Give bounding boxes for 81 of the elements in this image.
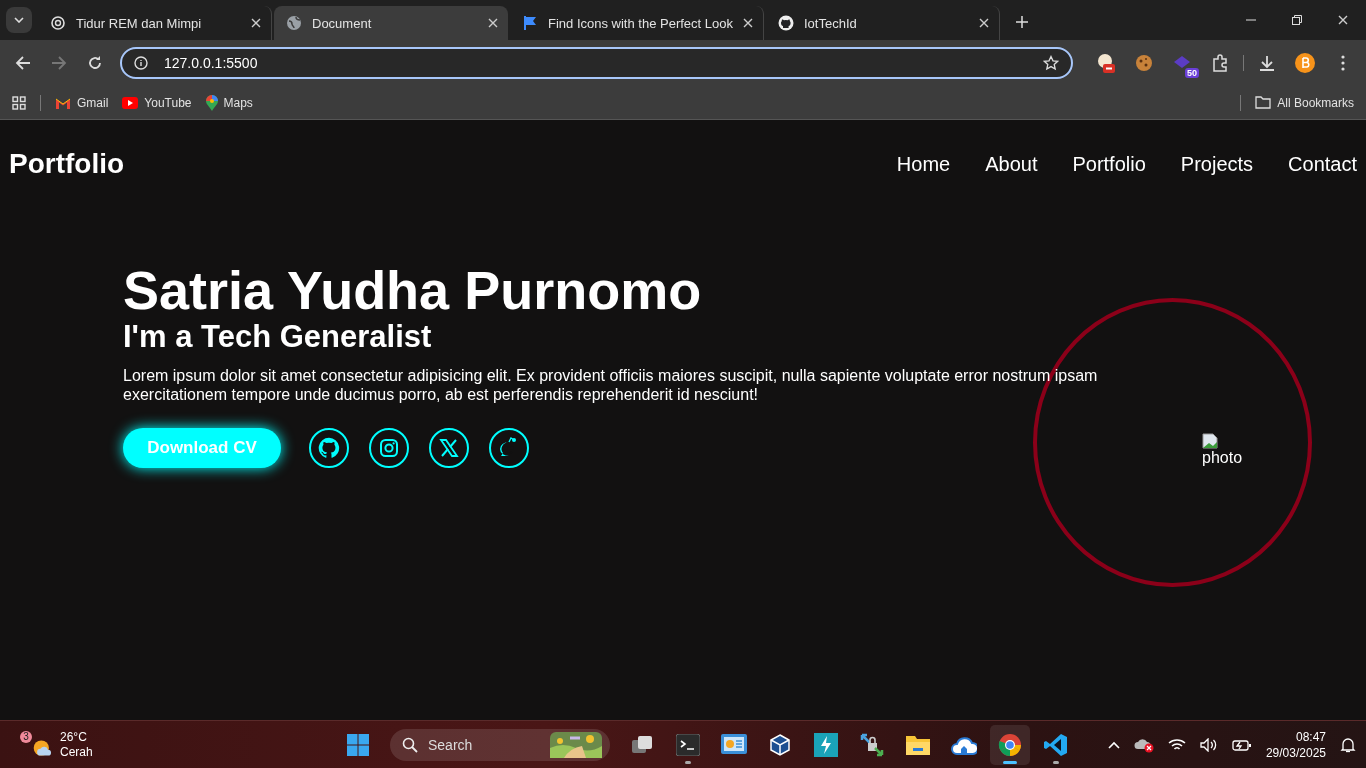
notification-bell-icon[interactable] <box>1340 736 1356 753</box>
bookmark[interactable]: YouTube <box>122 95 192 110</box>
speaker-icon[interactable] <box>1199 737 1218 752</box>
map-pin-icon <box>205 94 218 111</box>
apps-icon[interactable] <box>12 95 26 110</box>
nav-link[interactable]: Portfolio <box>1072 152 1146 176</box>
github-icon <box>778 15 794 31</box>
extension-badge: 50 <box>1185 68 1199 78</box>
cloud-error-icon[interactable] <box>1133 736 1154 753</box>
nav-link[interactable]: Contact <box>1288 152 1357 176</box>
time-text[interactable]: 08:47 <box>1295 728 1326 745</box>
info-icon <box>134 56 148 70</box>
play-icon <box>122 96 139 109</box>
instagram-icon <box>379 438 399 458</box>
intro-paragraph: Lorem ipsum dolor sit amet consectetur adipisicing elit. Ex provident officiis maiores suscipit, nulla sapiente voluptate error nostrum ipsam exercitationem tempore unde ducimus porro, ab est perferendis reprehenderit id nesciunt! <box>123 366 1099 404</box>
close-icon[interactable] <box>979 18 989 28</box>
folder-icon <box>905 733 931 756</box>
code-editor-icon <box>1044 732 1068 757</box>
bolt-icon <box>814 732 838 757</box>
date-text[interactable]: 29/03/2025 <box>1265 744 1326 761</box>
cube-icon <box>768 732 792 757</box>
x-link[interactable] <box>429 428 469 468</box>
hero-headline: I'm a Tech Generalist <box>123 320 433 354</box>
image-alt-text: photo <box>1202 449 1243 467</box>
github-link[interactable] <box>309 428 349 468</box>
close-icon[interactable] <box>488 18 498 28</box>
puzzle-icon[interactable] <box>1211 54 1229 72</box>
temperature-text: 26°C <box>60 729 88 745</box>
extension-icon[interactable] <box>1095 52 1117 74</box>
lock-transfer-icon <box>860 732 884 757</box>
download-icon[interactable] <box>1258 54 1276 72</box>
browser-icon <box>998 732 1022 757</box>
nav-link[interactable]: Home <box>896 152 951 176</box>
folder-icon <box>1255 96 1272 109</box>
tab-title: Find Icons with the Perfect Look <box>548 15 733 31</box>
all-bookmarks-button[interactable]: All Bookmarks <box>1255 95 1354 110</box>
dashboard-icon <box>721 733 747 756</box>
broken-image-icon <box>1202 433 1218 449</box>
close-icon[interactable] <box>743 18 753 28</box>
close-icon[interactable] <box>1338 15 1348 25</box>
taskbar-button[interactable] <box>990 724 1030 765</box>
site-logo[interactable]: Portfolio <box>9 148 125 180</box>
address-bar[interactable]: 127.0.0.1:5500 <box>120 47 1073 79</box>
tab-title: IotTechId <box>804 15 858 31</box>
new-tab-icon[interactable] <box>1016 16 1028 28</box>
x-icon <box>439 438 459 458</box>
github-icon <box>318 437 340 459</box>
knot-icon <box>50 15 66 31</box>
notification-badge: 3 <box>20 730 32 743</box>
forward-icon[interactable] <box>51 55 67 71</box>
instagram-link[interactable] <box>369 428 409 468</box>
windows-logo-icon[interactable] <box>346 732 370 757</box>
profile-avatar[interactable] <box>1295 53 1315 73</box>
cookie-icon[interactable] <box>1134 53 1154 73</box>
globe-icon <box>286 15 302 31</box>
tab-title: Document <box>312 15 373 31</box>
tab-list-button[interactable] <box>6 7 32 33</box>
star-icon[interactable] <box>1043 55 1059 71</box>
search-field[interactable]: Search <box>390 728 610 761</box>
bookmark[interactable]: Maps <box>205 94 253 111</box>
bookmark[interactable]: Gmail <box>55 95 109 110</box>
reddit-link[interactable] <box>489 428 529 468</box>
nav-link[interactable]: Projects <box>1180 152 1254 176</box>
search-icon <box>402 736 418 753</box>
battery-icon[interactable] <box>1231 737 1252 752</box>
hero-name: Satria Yudha Purnomo <box>123 260 703 320</box>
chevron-up-icon[interactable] <box>1107 740 1120 749</box>
back-icon[interactable] <box>15 55 31 71</box>
browser-tab[interactable]: Document <box>274 6 508 40</box>
terminal-icon <box>676 733 700 756</box>
weather-condition: Cerah <box>60 744 93 760</box>
reload-icon[interactable] <box>87 55 103 71</box>
chevron-down-icon <box>14 17 24 23</box>
nav-link[interactable]: About <box>985 152 1038 176</box>
menu-icon[interactable] <box>1341 55 1345 71</box>
close-icon[interactable] <box>251 18 261 28</box>
flag-icon <box>522 15 538 31</box>
wifi-icon[interactable] <box>1167 737 1186 752</box>
restore-icon[interactable] <box>1292 15 1302 25</box>
mail-icon <box>55 96 71 109</box>
tab-title: Tidur REM dan Mimpi <box>76 15 203 31</box>
